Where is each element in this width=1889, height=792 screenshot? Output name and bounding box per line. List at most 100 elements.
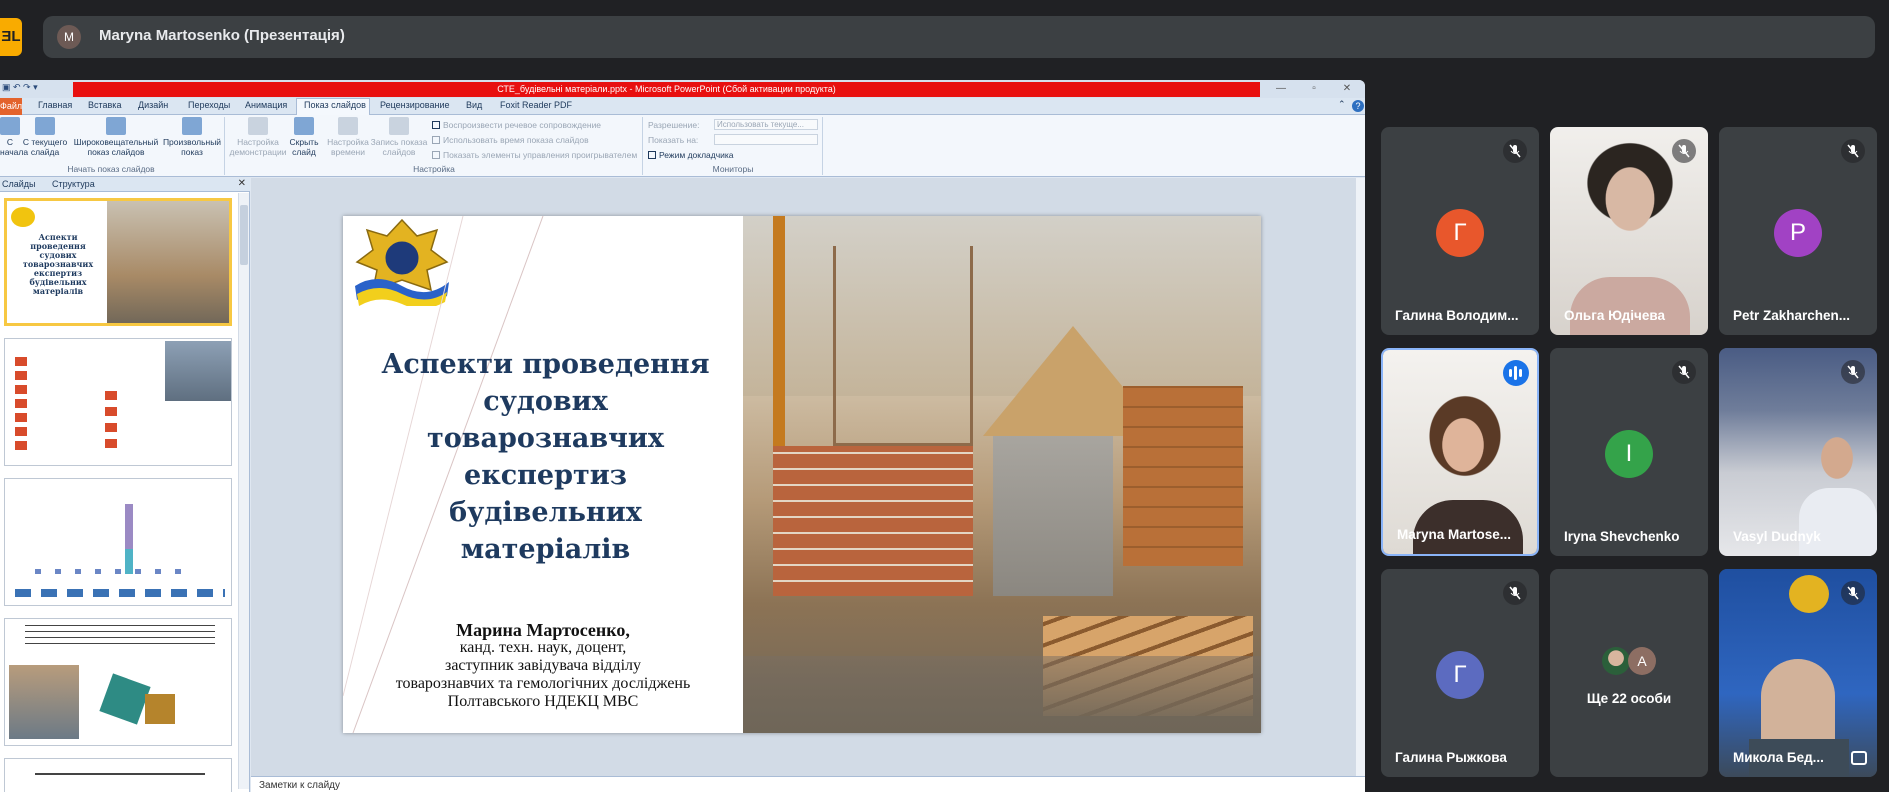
mic-off-icon: [1503, 581, 1527, 605]
thumb-photo: [107, 201, 229, 323]
author-organization: Полтавського НДЕКЦ МВС: [447, 693, 639, 710]
tab-slides[interactable]: Слайды: [2, 179, 36, 189]
quick-access-toolbar[interactable]: ▣ ↶ ↷ ▾: [2, 82, 38, 93]
author-position: заступник завідувача відділу: [445, 657, 641, 674]
participant-avatar: Г: [1436, 651, 1484, 699]
tab-review[interactable]: Рецензирование: [380, 100, 450, 110]
slide-thumbnail-3[interactable]: [4, 478, 232, 606]
thumb-puzzle: [145, 694, 175, 724]
shared-screen-powerpoint: ▣ ↶ ↷ ▾ СТЕ_будівельні матеріали.pptx - …: [0, 80, 1365, 792]
tab-home[interactable]: Главная: [38, 100, 72, 110]
tab-foxit[interactable]: Foxit Reader PDF: [500, 100, 572, 110]
thumb-crest: [11, 207, 35, 227]
presenter-view-checkbox[interactable]: Режим докладчика: [648, 150, 734, 160]
ribbon-separator: [642, 117, 643, 175]
thumb-text: [25, 625, 215, 649]
tab-transitions[interactable]: Переходы: [188, 100, 230, 110]
close-pane-icon[interactable]: ✕: [238, 178, 246, 189]
thumb-bullets: [105, 391, 117, 451]
timings-checkbox[interactable]: Использовать время показа слайдов: [432, 135, 589, 145]
participant-tile[interactable]: Vasyl Dudnyk: [1719, 348, 1877, 556]
custom-show-icon: [182, 117, 202, 135]
slides-scrollbar[interactable]: [238, 193, 249, 789]
app-logo: ƎL: [0, 18, 22, 56]
slide-thumbnail-1[interactable]: Аспекти проведення судових товарознавчих…: [4, 198, 232, 326]
more-participants-tile[interactable]: А Ще 22 особи: [1550, 569, 1708, 777]
tab-animation[interactable]: Анимация: [245, 100, 287, 110]
tab-file[interactable]: Файл: [0, 98, 22, 115]
slide-thumbnail-4[interactable]: [4, 618, 232, 746]
participant-name: Галина Рыжкова: [1395, 750, 1507, 765]
group-monitors-label: Мониторы: [712, 164, 754, 174]
editor-scrollbar[interactable]: [1355, 178, 1365, 776]
pane-tabs: Слайды Структура ✕: [0, 178, 250, 192]
participant-video: [1761, 659, 1835, 749]
presenter-chip[interactable]: M Maryna Martosenko (Презентація): [43, 16, 1875, 58]
ppt-titlebar: ▣ ↶ ↷ ▾ СТЕ_будівельні матеріали.pptx - …: [0, 80, 1365, 98]
minimize-icon[interactable]: —: [1270, 83, 1292, 95]
photo-scaffold: [833, 246, 973, 446]
play-current-icon: [35, 117, 55, 135]
emblem-icon: [1789, 575, 1829, 613]
thumb-bullets: [15, 357, 27, 452]
participant-name: Ольга Юдічева: [1564, 308, 1665, 323]
slide-editing-area: Аспекти проведення судових товарознавчих…: [251, 178, 1365, 776]
tab-insert[interactable]: Вставка: [88, 100, 121, 110]
thumb-logos: [15, 589, 225, 597]
mic-off-icon: [1841, 581, 1865, 605]
tab-slideshow[interactable]: Показ слайдов: [304, 100, 366, 110]
photo-bricks: [773, 446, 973, 596]
record-icon: [389, 117, 409, 135]
presenter-label: Maryna Martosenko (Презентація): [99, 27, 345, 44]
ribbon-slideshow: С начала С текущего слайда Широковещател…: [0, 115, 1365, 177]
tab-design[interactable]: Дизайн: [138, 100, 168, 110]
mic-off-icon: [1503, 139, 1527, 163]
participant-tile[interactable]: Микола Бед...: [1719, 569, 1877, 777]
participant-tile[interactable]: Ольга Юдічева: [1550, 127, 1708, 335]
participant-tile[interactable]: P Petr Zakharchen...: [1719, 127, 1877, 335]
narration-checkbox[interactable]: Воспроизвести речевое сопровождение: [432, 120, 601, 130]
resolution-select[interactable]: Использовать текуще...: [714, 119, 818, 130]
notes-pane[interactable]: Заметки к слайду: [251, 776, 1365, 792]
meeting-top-bar: ƎL M Maryna Martosenko (Презентація): [0, 0, 1889, 72]
hide-slide-button[interactable]: Скрыть слайд: [288, 117, 320, 157]
slide-title: Аспекти проведення судових товарознавчих…: [381, 349, 710, 565]
thumb-puzzle: [99, 673, 151, 725]
current-slide[interactable]: Аспекти проведення судових товарознавчих…: [343, 216, 1261, 733]
pip-icon[interactable]: [1851, 751, 1867, 765]
from-current-button[interactable]: С текущего слайда: [22, 117, 68, 157]
thumb-photo: [9, 665, 79, 739]
ribbon-collapse-icon[interactable]: ⌃: [1338, 99, 1346, 110]
rehearse-timings-button[interactable]: Настройка времени: [326, 117, 370, 157]
more-participants-label: Ще 22 особи: [1586, 691, 1672, 706]
scrollbar-thumb[interactable]: [240, 205, 248, 265]
broadcast-button[interactable]: Широковещательный показ слайдов: [72, 117, 160, 157]
help-icon[interactable]: ?: [1352, 100, 1364, 112]
show-on-select[interactable]: [714, 134, 818, 145]
participant-tile[interactable]: Г Галина Володим...: [1381, 127, 1539, 335]
tab-outline[interactable]: Структура: [52, 179, 95, 189]
from-start-button[interactable]: С начала: [0, 117, 28, 157]
mic-off-icon: [1841, 360, 1865, 384]
play-icon: [0, 117, 20, 135]
thumb-photo: [165, 341, 231, 401]
slide-thumbnail-5[interactable]: [4, 758, 232, 792]
ppt-window-title: СТЕ_будівельні матеріали.pptx - Microsof…: [73, 82, 1260, 97]
maximize-icon[interactable]: ▫: [1303, 83, 1325, 95]
participant-tile-active-speaker[interactable]: Maryna Martose...: [1381, 348, 1539, 556]
author-name: Марина Мартосенко,: [456, 620, 630, 640]
participant-avatar: Г: [1436, 209, 1484, 257]
tab-view[interactable]: Вид: [466, 100, 482, 110]
participant-tile[interactable]: Г Галина Рыжкова: [1381, 569, 1539, 777]
controls-checkbox[interactable]: Показать элементы управления проигрывате…: [432, 150, 637, 160]
record-show-button[interactable]: Запись показа слайдов: [370, 117, 428, 157]
participant-avatar: I: [1605, 430, 1653, 478]
slides-pane: Слайды Структура ✕ Аспекти проведення су…: [0, 178, 250, 792]
close-icon[interactable]: ✕: [1336, 83, 1358, 95]
custom-show-button[interactable]: Произвольный показ: [162, 117, 222, 157]
thumb-bars: [35, 569, 185, 574]
slide-thumbnail-2[interactable]: [4, 338, 232, 466]
participant-tile[interactable]: I Iryna Shevchenko: [1550, 348, 1708, 556]
slide-author-block: Марина Мартосенко, канд. техн. наук, доц…: [343, 621, 743, 711]
setup-show-button[interactable]: Настройка демонстрации: [228, 117, 288, 157]
